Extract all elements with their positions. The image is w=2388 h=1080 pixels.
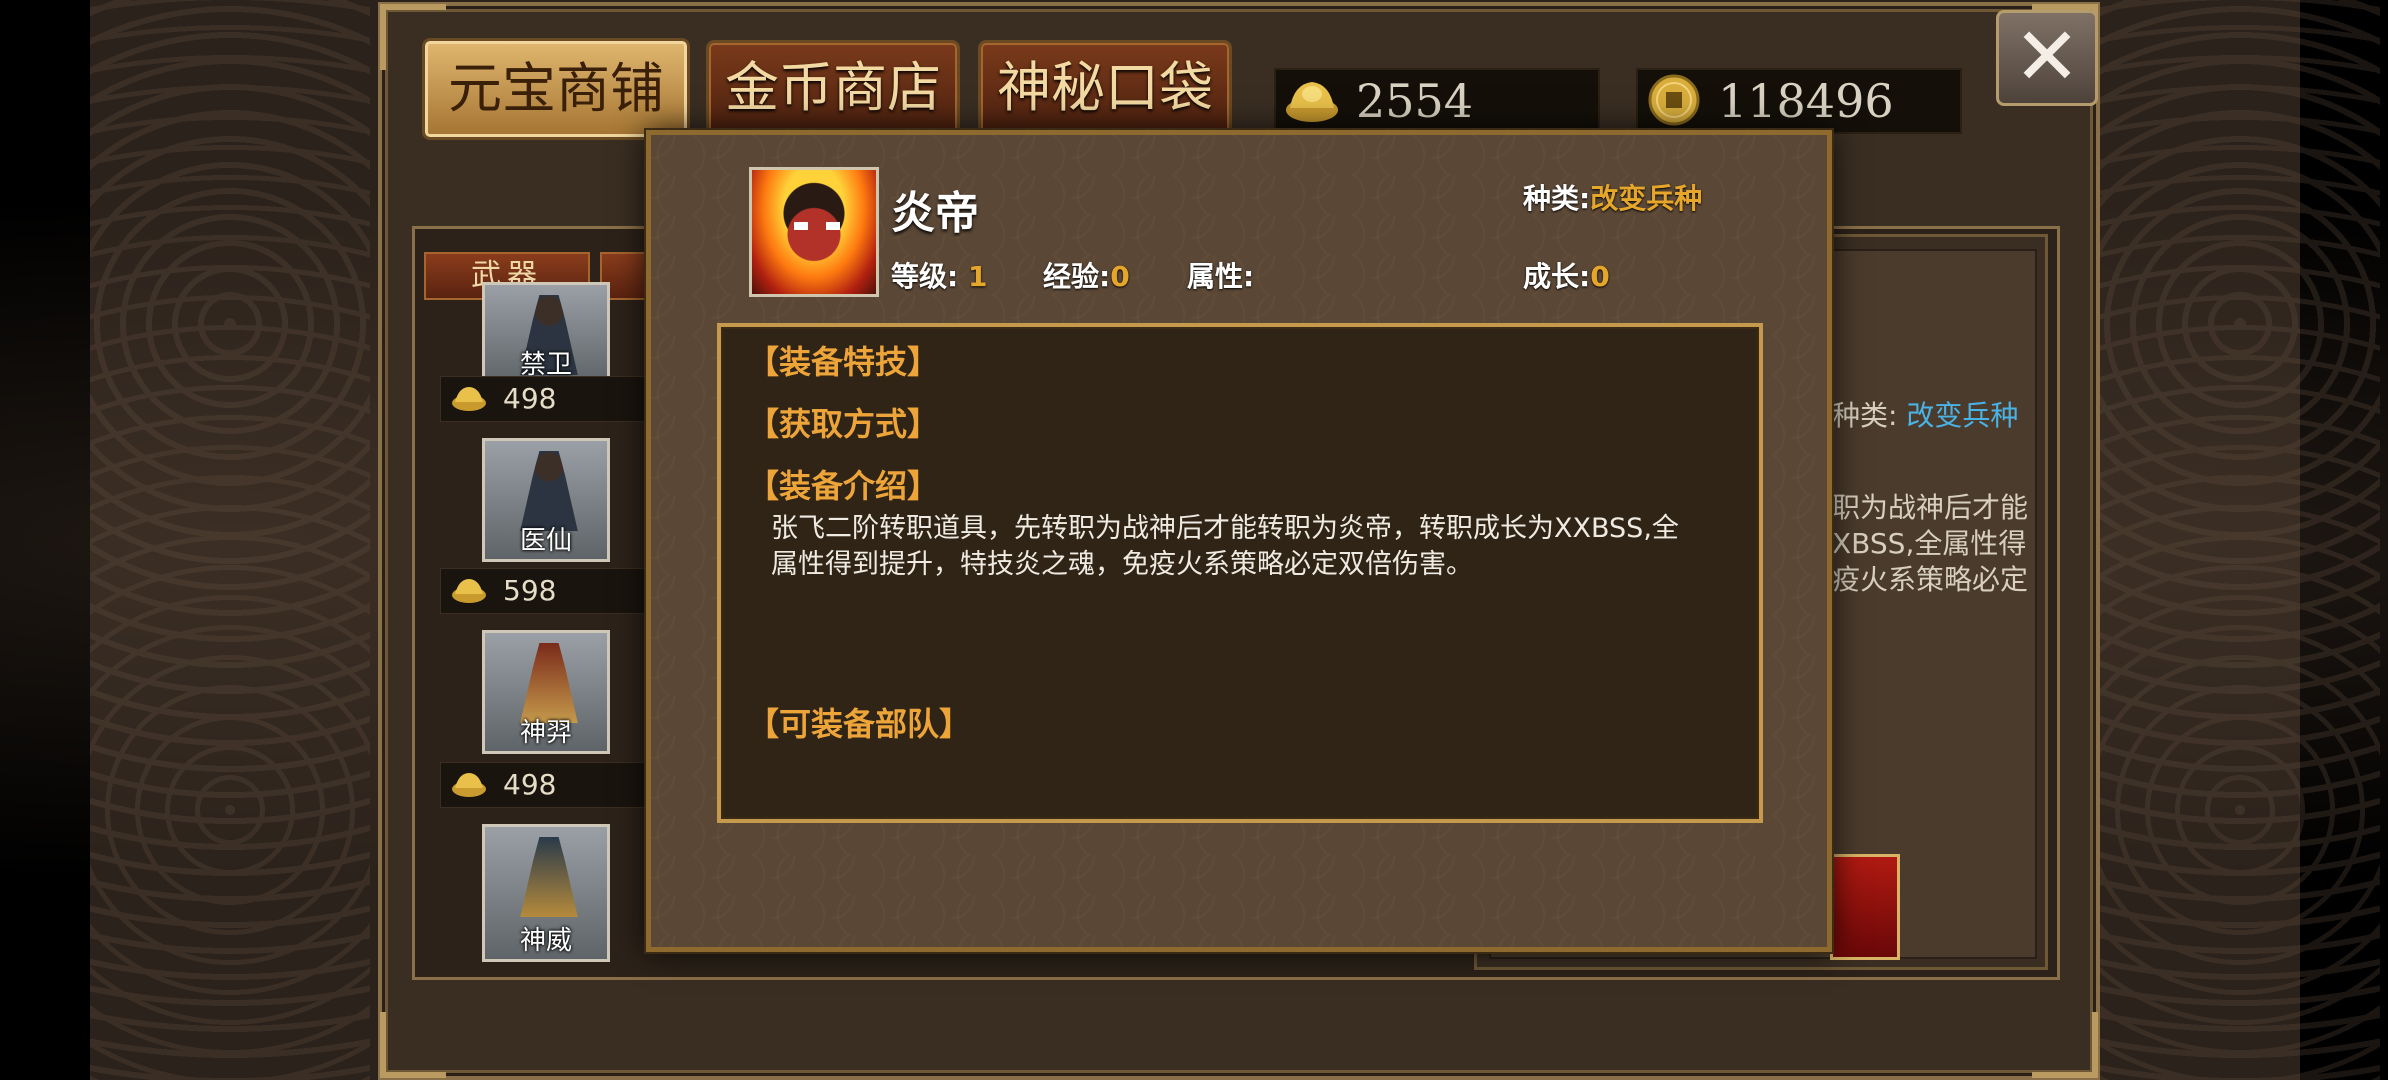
gold-ingot-icon (1286, 82, 1338, 122)
peek-type: 种类: 改变兵种 (1832, 394, 2018, 434)
left-ornament (90, 0, 370, 1080)
growth-stat: 成长:0 (1523, 255, 1610, 295)
unit-sprite (520, 643, 578, 723)
gold-ingot-icon (452, 773, 486, 797)
level-value: 1 (967, 260, 988, 293)
portrait-eyes (794, 222, 840, 230)
peek-desc-line: 疫火系策略必定 (1832, 563, 2029, 596)
peek-type-label: 种类: (1832, 399, 1898, 432)
tab-mystery-bag[interactable]: 神秘口袋 (978, 40, 1232, 136)
level-stat: 等级: 1 (891, 255, 987, 295)
item-portrait: 禁卫 (482, 282, 610, 386)
level-label: 等级: (891, 260, 959, 293)
right-ornament (2100, 0, 2380, 1080)
section-skill-title: 【装备特技】 (747, 343, 940, 381)
price-value: 498 (503, 382, 557, 415)
price-value: 598 (503, 574, 557, 607)
gold-ingot-icon (452, 579, 486, 603)
section-units-title: 【可装备部队】 (747, 705, 972, 743)
growth-value: 0 (1590, 260, 1610, 293)
growth-label: 成长: (1523, 260, 1591, 293)
close-icon: ✕ (2013, 10, 2081, 103)
coin-icon (1648, 74, 1700, 126)
peek-desc-line: 职为战神后才能 (1832, 491, 2029, 524)
hero-portrait (749, 167, 879, 297)
item-description: 张飞二阶转职道具，先转职为战神后才能转职为炎帝，转职成长为XXBSS,全属性得到… (771, 513, 1679, 580)
gold-ingot-icon (452, 387, 486, 411)
item-name: 神羿 (519, 718, 572, 748)
frame-corner (380, 1012, 446, 1078)
price-value: 498 (503, 768, 557, 801)
section-obtain-title: 【获取方式】 (747, 405, 940, 443)
unit-sprite (520, 837, 578, 917)
hero-name: 炎帝 (891, 188, 979, 239)
tab-gold-shop[interactable]: 金币商店 (706, 40, 960, 136)
close-button[interactable]: ✕ (1996, 10, 2098, 106)
item-portrait: 神羿 (482, 630, 610, 754)
type-value: 改变兵种 (1590, 182, 1703, 215)
item-type: 种类:改变兵种 (1523, 177, 1702, 217)
gold-coin-amount: 118496 (1718, 74, 1894, 128)
peek-desc-line: XBSS,全属性得 (1832, 527, 2027, 560)
gold-coin-balance: 118496 (1636, 68, 1962, 134)
frame-corner (2032, 1012, 2098, 1078)
exp-value: 0 (1110, 260, 1130, 293)
item-info-dialog: 炎帝 种类:改变兵种 等级: 1 经验:0 属性: 成长:0 【装备特技】 【获… (646, 130, 1832, 952)
item-name: 神威 (519, 926, 572, 956)
tab-yuanbao-shop[interactable]: 元宝商铺 (422, 38, 690, 140)
section-intro-title: 【装备介绍】 (747, 467, 940, 505)
item-portrait: 神威 (482, 824, 610, 962)
unit-sprite (520, 451, 578, 531)
item-info-box: 【装备特技】 【获取方式】 【装备介绍】 张飞二阶转职道具，先转职为战神后才能转… (717, 323, 1763, 823)
exp-stat: 经验:0 (1043, 255, 1130, 295)
exp-label: 经验: (1043, 260, 1111, 293)
item-name: 医仙 (519, 526, 572, 556)
attribute-stat: 属性: (1187, 255, 1254, 295)
type-label: 种类: (1523, 182, 1591, 215)
attribute-label: 属性: (1187, 260, 1255, 293)
yuanbao-balance: 2554 (1274, 68, 1600, 134)
peek-type-value: 改变兵种 (1906, 399, 2019, 432)
yuanbao-amount: 2554 (1356, 74, 1474, 128)
item-portrait: 医仙 (482, 438, 610, 562)
buy-button[interactable] (1830, 854, 1900, 960)
